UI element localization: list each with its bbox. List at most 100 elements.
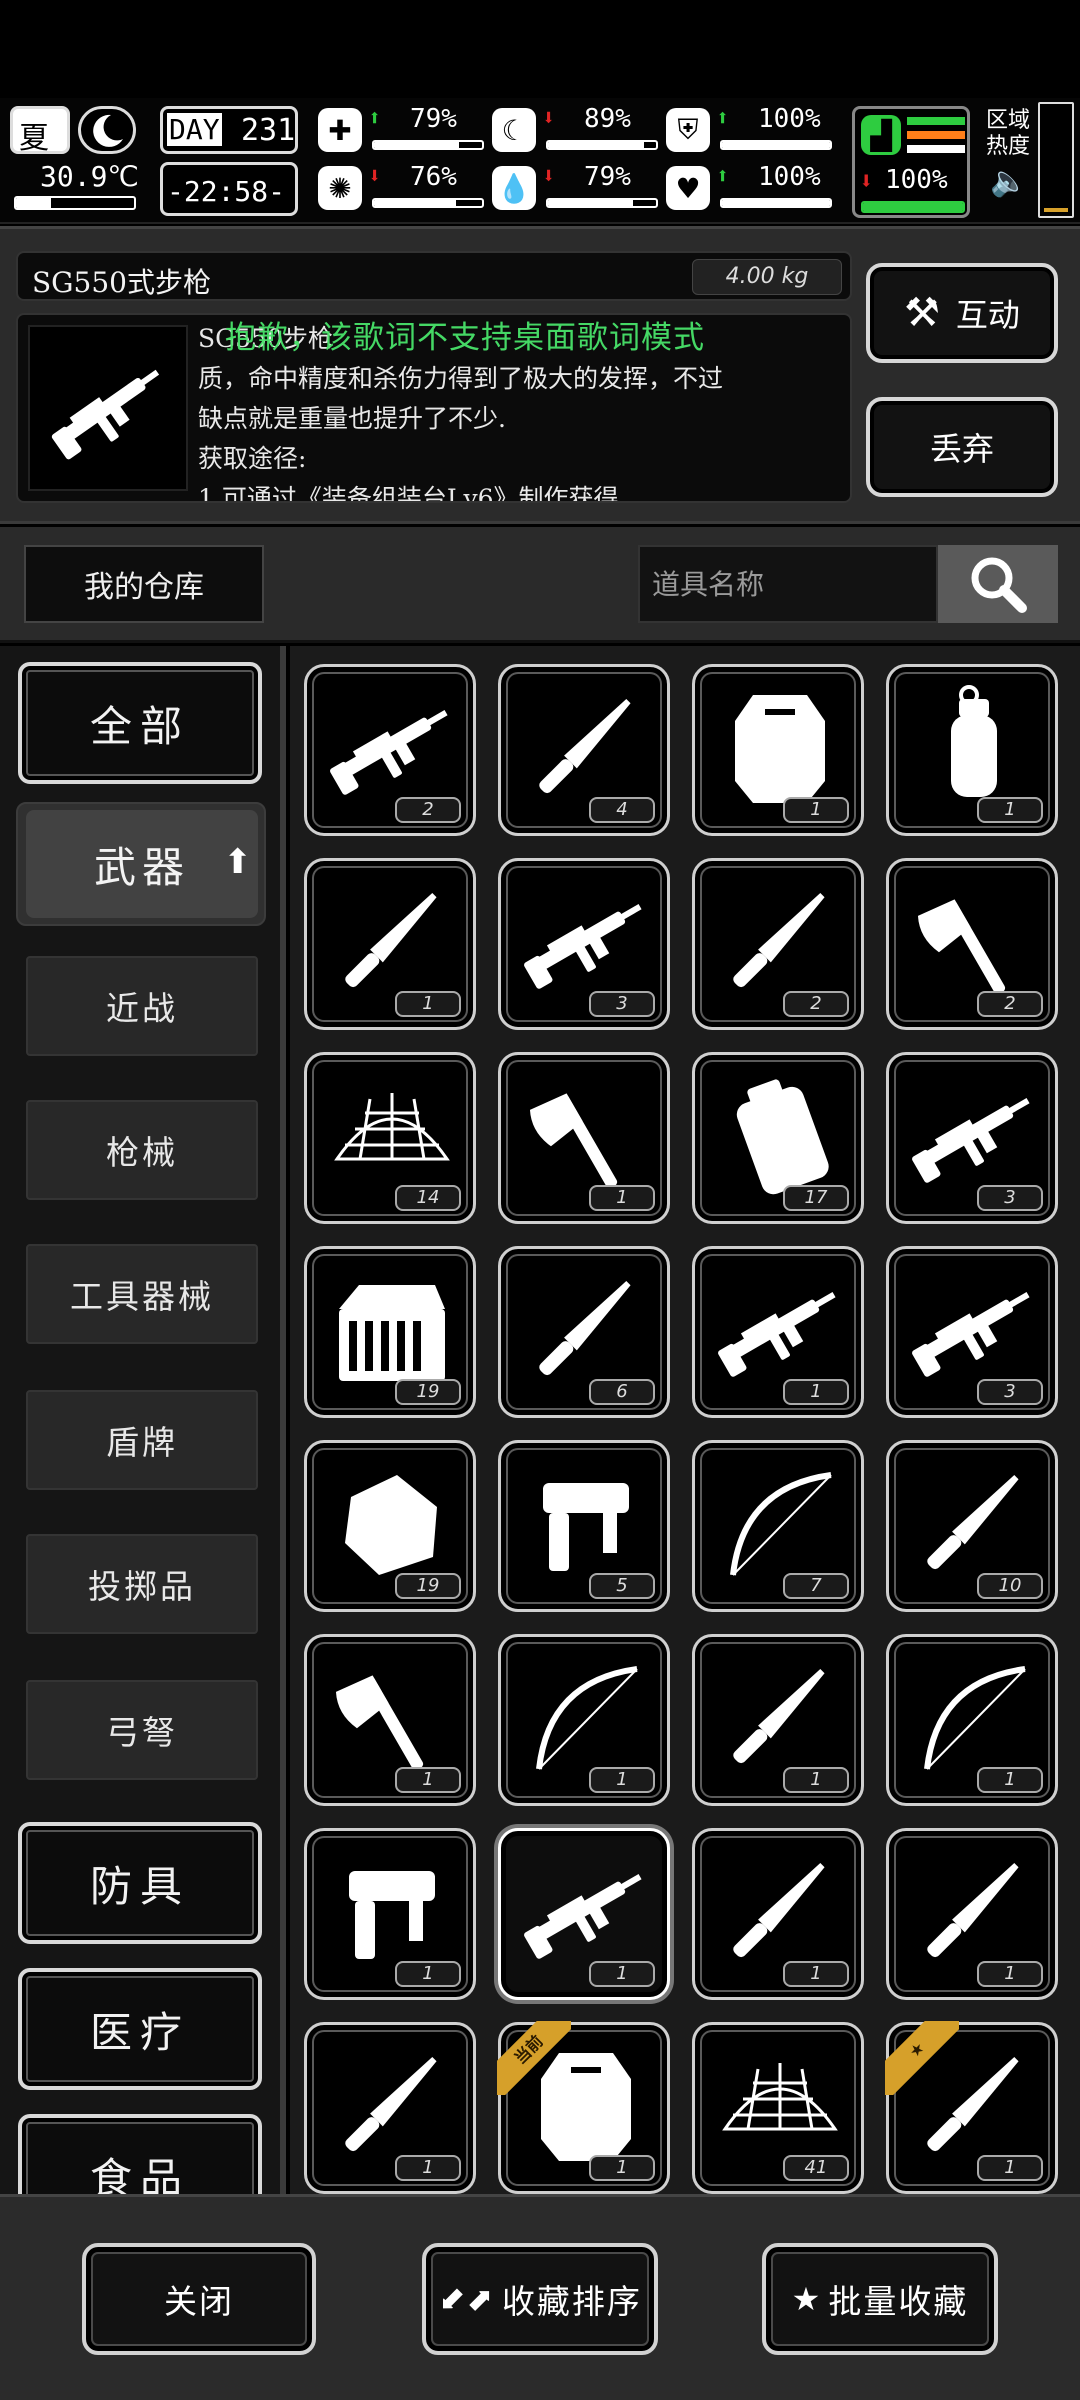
item-quantity: 1 xyxy=(395,991,461,1017)
warehouse-tab[interactable]: 我的仓库 xyxy=(24,545,264,623)
subcategory-shields[interactable]: 盾牌 xyxy=(26,1390,258,1490)
item-quantity: 7 xyxy=(783,1573,849,1599)
batch-favorite-button[interactable]: ★ 批量收藏 xyxy=(762,2243,998,2355)
item-slot-shotgun[interactable]: 3 xyxy=(498,858,670,1030)
item-slot-saw-blade[interactable]: 6 xyxy=(498,1246,670,1418)
item-slot-crossbow[interactable]: 1 xyxy=(886,1634,1058,1806)
arrow-up-icon: ⬆ xyxy=(223,842,253,882)
interact-button[interactable]: ⚒ 互动 xyxy=(866,263,1058,363)
temperature-bar xyxy=(14,196,136,210)
item-slot-riot-shield[interactable]: 1 xyxy=(692,664,864,836)
season-text: 夏 xyxy=(19,121,49,156)
item-slot-net-bag[interactable]: 41 xyxy=(692,2022,864,2194)
saw-blade-icon xyxy=(539,1281,631,1376)
item-slot-ammo-crate[interactable]: 19 xyxy=(304,1246,476,1418)
item-slot-saw-blade-2[interactable]: 1 ★ xyxy=(885,2021,1058,2194)
close-label: 关闭 xyxy=(164,2282,234,2321)
item-slot-flashbang[interactable]: 1 xyxy=(886,664,1058,836)
armor-value: 100% xyxy=(758,104,821,134)
item-slot-hunting-knife[interactable]: 1 xyxy=(304,2022,476,2194)
interact-label: 互动 xyxy=(955,296,1020,334)
item-slot-shovel[interactable]: 1 xyxy=(498,1052,670,1224)
temperature: 30.9℃ xyxy=(40,160,139,193)
category-medical[interactable]: 医疗 xyxy=(18,1968,262,2090)
search-button[interactable] xyxy=(938,545,1058,623)
item-quantity: 1 xyxy=(589,1961,655,1987)
item-slot-combat-knife[interactable]: 2 xyxy=(692,858,864,1030)
search-icon xyxy=(971,557,1027,613)
item-slot-pistol-crossbow[interactable]: 7 xyxy=(692,1440,864,1612)
item-slot-baton[interactable]: 1 xyxy=(692,1828,864,2000)
stamina-box: ▟ ⬇ 100% xyxy=(852,106,970,218)
item-quantity: 4 xyxy=(589,797,655,823)
item-quantity: 5 xyxy=(589,1573,655,1599)
speaker-icon[interactable]: 🔈 xyxy=(990,164,1027,199)
item-slot-nail-gun[interactable]: 1 xyxy=(304,1828,476,2000)
item-slot-long-machete[interactable]: 1 xyxy=(886,1828,1058,2000)
moon-icon xyxy=(78,106,136,154)
riot-shield-icon xyxy=(735,695,825,803)
subcategory-bows[interactable]: 弓弩 xyxy=(26,1680,258,1780)
clock-box: -22:58- xyxy=(160,162,298,216)
item-grid[interactable]: 2 4 1 1 1 3 2 2 14 1 17 3 19 6 1 3 19 5 7 10 1 1 1 1 1 1 1 1 1 1 当前 41 1… xyxy=(290,646,1080,2194)
day-box: DAY 231 xyxy=(160,106,298,154)
sidebar-divider xyxy=(280,646,286,2194)
item-quantity: 1 xyxy=(589,1185,655,1211)
item-slot-kukri[interactable]: 10 xyxy=(886,1440,1058,1612)
badge-text: 当前 xyxy=(497,2021,571,2095)
item-slot-fire-axe[interactable]: 2 xyxy=(886,858,1058,1030)
discard-button[interactable]: 丢弃 xyxy=(866,397,1058,497)
bow-icon xyxy=(536,1666,638,1770)
category-food[interactable]: 食品 xyxy=(18,2114,262,2194)
hunger-value: 89% xyxy=(584,104,631,134)
hunger-bar-fill xyxy=(548,142,645,148)
item-slot-machete-curved[interactable]: 1 xyxy=(692,1634,864,1806)
subcategory-firearms[interactable]: 枪械 xyxy=(26,1100,258,1200)
favorite-sort-button[interactable]: ⬋⬈ 收藏排序 xyxy=(422,2243,658,2355)
flashbang-icon xyxy=(951,685,997,797)
item-slot-spiked-net[interactable]: 14 xyxy=(304,1052,476,1224)
item-slot-blowtorch[interactable]: 5 xyxy=(498,1440,670,1612)
subcategory-melee[interactable]: 近战 xyxy=(26,956,258,1056)
crossbow-icon xyxy=(924,1666,1026,1770)
badge-text: ★ xyxy=(885,2021,959,2095)
item-slot-hatchet[interactable]: 1 xyxy=(304,1634,476,1806)
hatchet-icon xyxy=(335,1675,424,1770)
item-quantity: 3 xyxy=(977,1185,1043,1211)
item-search-input[interactable] xyxy=(638,545,938,623)
mental-value: 76% xyxy=(410,162,457,192)
category-armor[interactable]: 防具 xyxy=(18,1822,262,1944)
clock-text: -22:58- xyxy=(167,175,286,208)
item-slot-riot-shield-2[interactable]: 1 当前 xyxy=(497,2021,670,2194)
item-quantity: 1 xyxy=(783,1379,849,1405)
mental-trend-icon: ⬇ xyxy=(368,164,382,189)
item-quantity: 1 xyxy=(977,2155,1043,2181)
item-slot-spear[interactable]: 4 xyxy=(498,664,670,836)
item-slot-bow[interactable]: 1 xyxy=(498,1634,670,1806)
item-slot-sniper-rifle[interactable]: 3 xyxy=(886,1052,1058,1224)
item-slot-stake-knife[interactable]: 1 xyxy=(304,858,476,1030)
subcategory-tools[interactable]: 工具器械 xyxy=(26,1244,258,1344)
item-quantity: 14 xyxy=(395,1185,461,1211)
item-slot-grenade-launcher[interactable]: 2 xyxy=(304,664,476,836)
spear-icon xyxy=(539,699,631,794)
category-all[interactable]: 全部 xyxy=(18,662,262,784)
item-slot-sg550-rifle[interactable]: 1 xyxy=(498,1828,670,2000)
favorite-sort-label: 收藏排序 xyxy=(501,2282,642,2321)
item-quantity: 2 xyxy=(395,797,461,823)
item-quantity: 1 xyxy=(589,2155,655,2181)
item-slot-molotov-bag[interactable]: 17 xyxy=(692,1052,864,1224)
category-sidebar[interactable]: 全部 武器 ⬆ 近战 枪械 工具器械 盾牌 投掷品 弓弩 防具 医疗 食品 xyxy=(0,646,282,2194)
medkit-icon: ✚ xyxy=(318,108,362,152)
item-slot-assault-rifle[interactable]: 3 xyxy=(886,1246,1058,1418)
molotov-bag-icon xyxy=(736,1079,829,1195)
subcategory-throwables[interactable]: 投掷品 xyxy=(26,1534,258,1634)
desc-line-2: 质，命中精度和杀伤力得到了极大的发挥，不过 xyxy=(198,364,724,393)
close-button[interactable]: 关闭 xyxy=(82,2243,316,2355)
item-slot-rock[interactable]: 19 xyxy=(304,1440,476,1612)
item-slot-marksman-rifle[interactable]: 1 xyxy=(692,1246,864,1418)
category-weapons[interactable]: 武器 ⬆ xyxy=(16,802,266,926)
item-quantity: 1 xyxy=(977,1961,1043,1987)
item-quantity: 1 xyxy=(783,1767,849,1793)
item-quantity: 19 xyxy=(395,1573,461,1599)
